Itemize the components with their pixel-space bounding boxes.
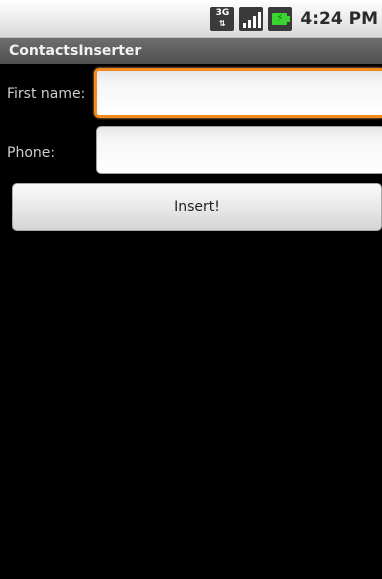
signal-strength-icon [239, 7, 264, 31]
status-bar: 3G ⇅ ⚡ 4:24 PM [0, 0, 382, 38]
battery-charging-icon: ⚡ [268, 7, 293, 31]
first-name-label: First name: [7, 86, 86, 102]
status-icons: 3G ⇅ ⚡ 4:24 PM [210, 5, 378, 33]
insert-button[interactable]: Insert! [12, 183, 382, 231]
phone-label: Phone: [7, 145, 56, 161]
first-name-field[interactable] [94, 68, 382, 118]
3g-data-icon: 3G ⇅ [210, 7, 235, 31]
phone-field[interactable] [96, 126, 382, 174]
app-title-bar: ContactsInserter [0, 38, 382, 64]
app-screen: 3G ⇅ ⚡ 4:24 PM ContactsInserter First na… [0, 0, 382, 579]
status-clock: 4:24 PM [300, 9, 378, 29]
data-arrows-icon: ⇅ [219, 19, 226, 28]
app-title: ContactsInserter [9, 43, 142, 59]
network-type-label: 3G [215, 8, 230, 18]
